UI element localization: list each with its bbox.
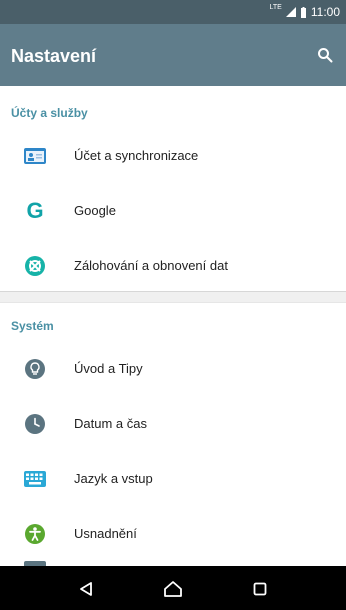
recents-icon — [253, 582, 267, 596]
home-button[interactable] — [160, 576, 186, 602]
list-item-label: Úvod a Tipy — [74, 361, 143, 376]
back-icon — [80, 582, 92, 596]
signal-icon — [285, 7, 296, 17]
list-item-label: Google — [74, 203, 116, 218]
account-card-icon — [24, 145, 46, 167]
search-icon — [318, 48, 333, 63]
list-item-tips[interactable]: Úvod a Tipy — [0, 343, 346, 397]
time-label: 11:00 — [310, 5, 340, 19]
accessibility-icon — [24, 523, 46, 545]
list-item-backup[interactable]: Zálohování a obnovení dat — [0, 240, 346, 294]
list-item-label: Jazyk a vstup — [74, 471, 153, 486]
list-item-date-time[interactable]: Datum a čas — [0, 398, 346, 452]
status-icons: LTE 11:00 — [269, 3, 340, 20]
list-item-label: Usnadnění — [74, 526, 137, 541]
search-button[interactable] — [312, 42, 338, 68]
list-item-account-sync[interactable]: Účet a synchronizace — [0, 130, 346, 184]
app-bar: Nastavení — [0, 24, 346, 86]
section-divider — [0, 291, 346, 303]
battery-icon — [300, 6, 306, 18]
back-button[interactable] — [73, 576, 99, 602]
tips-icon — [24, 358, 46, 380]
section-header-accounts: Účty a služby — [11, 106, 88, 120]
list-item-language-input[interactable]: Jazyk a vstup — [0, 453, 346, 507]
backup-icon — [24, 255, 46, 277]
list-item-label: Účet a synchronizace — [74, 148, 199, 163]
recents-button[interactable] — [247, 576, 273, 602]
list-item-google[interactable]: G Google — [0, 185, 346, 239]
status-bar: LTE 11:00 — [0, 0, 346, 24]
lte-label: LTE — [269, 3, 282, 11]
google-icon: G — [26, 198, 44, 223]
list-item-accessibility[interactable]: Usnadnění — [0, 508, 346, 562]
keyboard-icon — [24, 468, 46, 490]
clock-icon — [24, 413, 46, 435]
list-item-label: Zálohování a obnovení dat — [74, 258, 228, 273]
navigation-bar — [0, 566, 346, 610]
list-item-label: Datum a čas — [74, 416, 147, 431]
home-icon — [164, 581, 182, 597]
page-title: Nastavení — [11, 46, 97, 66]
section-header-system: Systém — [11, 319, 54, 333]
